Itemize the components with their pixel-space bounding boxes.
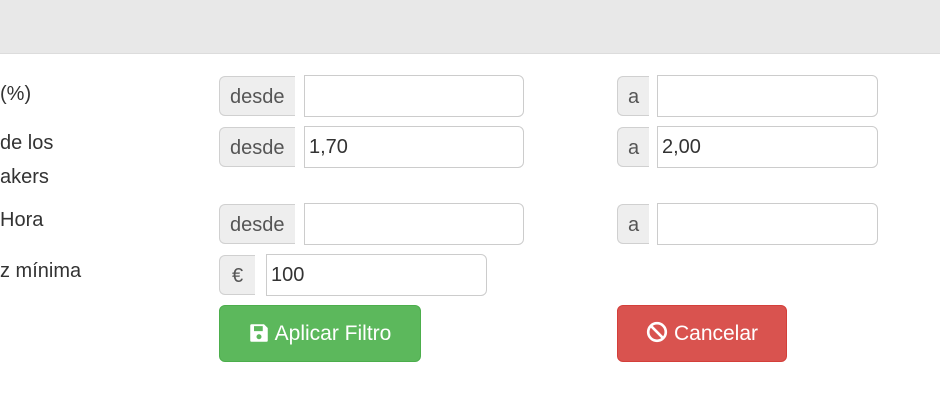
from-addon: desde xyxy=(219,76,295,116)
cancel-button[interactable]: Cancelar xyxy=(617,305,787,362)
label-odds-line1: de los xyxy=(0,132,54,154)
cancel-label: Cancelar xyxy=(673,322,759,345)
hour-to-input[interactable] xyxy=(657,203,878,245)
odds-to-input[interactable] xyxy=(657,126,878,168)
from-addon: desde xyxy=(219,127,295,167)
apply-filter-button[interactable]: Aplicar Filtro xyxy=(219,305,421,362)
label-percentage: (%) xyxy=(0,83,32,105)
modal-header xyxy=(0,0,940,54)
ban-icon xyxy=(646,321,668,343)
to-addon: a xyxy=(617,127,650,167)
label-odds-line2: akers xyxy=(0,166,49,188)
label-min-liquidity: z mínima xyxy=(0,260,82,282)
odds-from-input[interactable] xyxy=(304,126,524,168)
to-addon: a xyxy=(617,204,650,244)
percentage-from-input[interactable] xyxy=(304,75,524,117)
apply-filter-label: Aplicar Filtro xyxy=(274,322,392,345)
label-hour: Hora xyxy=(0,209,44,231)
min-liquidity-input[interactable] xyxy=(266,254,487,296)
percentage-to-input[interactable] xyxy=(657,75,878,117)
from-addon: desde xyxy=(219,204,295,244)
to-addon: a xyxy=(617,76,650,116)
hour-from-input[interactable] xyxy=(304,203,524,245)
euro-addon: € xyxy=(219,255,256,295)
save-icon xyxy=(249,324,268,342)
